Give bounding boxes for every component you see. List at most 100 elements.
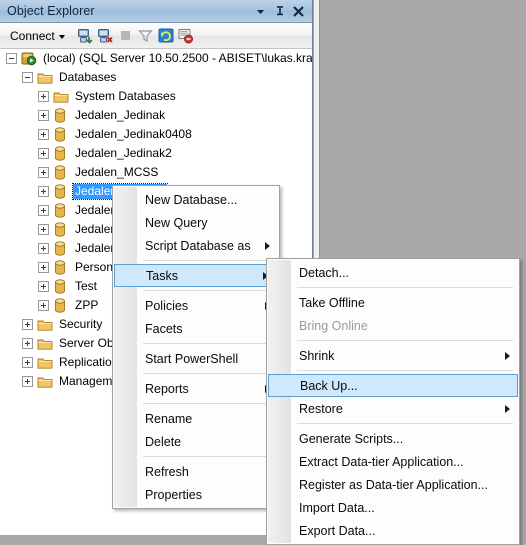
expand-icon[interactable]	[38, 129, 49, 140]
menu-separator	[297, 340, 513, 341]
menu-item-label: Start PowerShell	[145, 351, 239, 366]
database-icon	[53, 241, 70, 256]
tree-node[interactable]: Jedalen_Jedinak0408	[0, 125, 312, 144]
folder-icon	[37, 70, 54, 85]
menu-item-label: Detach...	[299, 265, 350, 280]
connect-server-icon[interactable]	[76, 26, 96, 46]
tree-node-label: ZPP	[75, 298, 99, 312]
tree-node[interactable]: Databases	[0, 68, 312, 87]
dropdown-icon[interactable]	[251, 2, 270, 21]
menu-item[interactable]: Generate Scripts...	[267, 427, 519, 450]
tree-node-label: Jedalen_Jedinak0408	[75, 127, 192, 141]
expand-icon[interactable]	[38, 262, 49, 273]
connect-label: Connect	[10, 28, 55, 43]
expand-icon[interactable]	[22, 338, 33, 349]
refresh-icon[interactable]	[156, 26, 176, 46]
menu-item[interactable]: Policies	[113, 294, 279, 317]
menu-item[interactable]: Reports	[113, 377, 279, 400]
menu-item-label: Refresh	[145, 464, 189, 479]
tree-node[interactable]: Jedalen_Jedinak	[0, 106, 312, 125]
menu-item-label: Facets	[145, 321, 183, 336]
collapse-icon[interactable]	[22, 72, 33, 83]
tree-node-label: Test	[75, 279, 98, 293]
menu-item-label: Take Offline	[299, 295, 365, 310]
menu-item[interactable]: Facets	[113, 317, 279, 340]
expand-icon[interactable]	[38, 300, 49, 311]
tree-node-label: Security	[59, 317, 103, 331]
expand-icon[interactable]	[22, 319, 33, 330]
script-icon[interactable]	[176, 26, 196, 46]
tree-node-label: Databases	[59, 70, 117, 84]
menu-item-label: Extract Data-tier Application...	[299, 454, 464, 469]
menu-item-label: Tasks	[146, 268, 178, 283]
pin-icon[interactable]	[270, 2, 289, 21]
menu-item[interactable]: Detach...	[267, 261, 519, 284]
disconnect-server-icon[interactable]	[96, 26, 116, 46]
menu-item-label: Back Up...	[300, 378, 358, 393]
database-icon	[53, 127, 70, 142]
tree-node-label: Jedalen_MCSS	[75, 165, 159, 179]
server-icon	[21, 51, 38, 66]
submenu-arrow-icon	[505, 404, 510, 413]
menu-item[interactable]: Rename	[113, 407, 279, 430]
folder-icon	[37, 355, 54, 370]
expand-icon[interactable]	[38, 224, 49, 235]
folder-icon	[53, 89, 70, 104]
tree-node[interactable]: System Databases	[0, 87, 312, 106]
connect-button[interactable]: Connect	[6, 27, 69, 45]
expand-icon[interactable]	[22, 376, 33, 387]
menu-item[interactable]: Export Data...	[267, 519, 519, 542]
database-icon	[53, 184, 70, 199]
menu-item[interactable]: Import Data...	[267, 496, 519, 519]
database-icon	[53, 298, 70, 313]
menu-item[interactable]: Refresh	[113, 460, 279, 483]
menu-item[interactable]: Tasks	[114, 264, 278, 287]
menu-item[interactable]: Script Database as	[113, 234, 279, 257]
object-explorer-toolbar: Connect	[0, 23, 312, 49]
close-icon[interactable]	[289, 2, 308, 21]
folder-icon	[37, 336, 54, 351]
menu-item[interactable]: Restore	[267, 397, 519, 420]
database-icon	[53, 146, 70, 161]
expand-icon[interactable]	[38, 91, 49, 102]
panel-title: Object Explorer	[7, 4, 95, 18]
filter-icon[interactable]	[136, 26, 156, 46]
expand-icon[interactable]	[38, 243, 49, 254]
menu-item[interactable]: New Database...	[113, 188, 279, 211]
menu-item-label: Script Database as	[145, 238, 251, 253]
menu-separator	[143, 373, 273, 374]
menu-item-label: Export Data...	[299, 523, 376, 538]
database-icon	[53, 222, 70, 237]
tasks-submenu[interactable]: Detach... Take Offline Bring Online Shrink B…	[266, 258, 520, 545]
menu-item[interactable]: Extract Data-tier Application...	[267, 450, 519, 473]
expand-icon[interactable]	[38, 167, 49, 178]
tree-node[interactable]: Jedalen_MCSS	[0, 163, 312, 182]
folder-icon	[37, 317, 54, 332]
expand-icon[interactable]	[38, 281, 49, 292]
expand-icon[interactable]	[22, 357, 33, 368]
menu-item[interactable]: Take Offline	[267, 291, 519, 314]
tree-node[interactable]: Jedalen_Jedinak2	[0, 144, 312, 163]
menu-separator	[143, 343, 273, 344]
menu-separator	[143, 260, 273, 261]
menu-item[interactable]: Delete	[113, 430, 279, 453]
menu-separator	[297, 423, 513, 424]
database-icon	[53, 279, 70, 294]
expand-icon[interactable]	[38, 186, 49, 197]
expand-icon[interactable]	[38, 110, 49, 121]
menu-item[interactable]: New Query	[113, 211, 279, 234]
menu-item[interactable]: Back Up...	[268, 374, 518, 397]
submenu-arrow-icon	[265, 241, 270, 250]
menu-item[interactable]: Properties	[113, 483, 279, 506]
menu-item-label: Import Data...	[299, 500, 375, 515]
database-icon	[53, 108, 70, 123]
database-context-menu[interactable]: New Database... New Query Script Database …	[112, 185, 280, 509]
tree-node[interactable]: (local) (SQL Server 10.50.2500 - ABISET\…	[0, 49, 312, 68]
expand-icon[interactable]	[38, 148, 49, 159]
menu-item[interactable]: Register as Data-tier Application...	[267, 473, 519, 496]
tree-node-label: Jedalen_Jedinak	[75, 108, 166, 122]
collapse-icon[interactable]	[6, 53, 17, 64]
menu-item[interactable]: Shrink	[267, 344, 519, 367]
expand-icon[interactable]	[38, 205, 49, 216]
menu-item[interactable]: Start PowerShell	[113, 347, 279, 370]
